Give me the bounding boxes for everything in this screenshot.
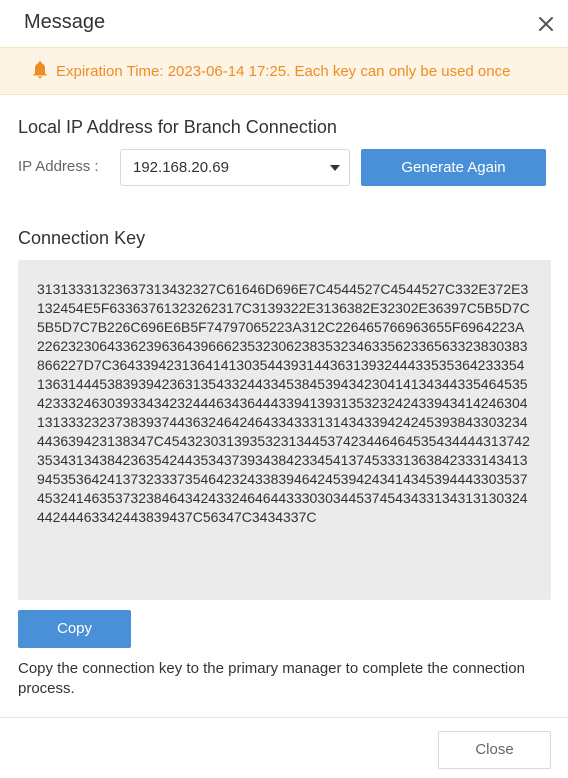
bell-icon bbox=[33, 61, 47, 79]
ip-address-select[interactable]: 192.168.20.69 bbox=[120, 149, 350, 186]
copy-button[interactable]: Copy bbox=[18, 610, 131, 648]
connection-key-text: 31313331323637313432327C61646D696E7C4544… bbox=[37, 281, 530, 525]
close-icon[interactable] bbox=[536, 14, 556, 34]
generate-again-button[interactable]: Generate Again bbox=[361, 149, 546, 186]
ip-address-value: 192.168.20.69 bbox=[133, 159, 229, 176]
ip-address-label: IP Address : bbox=[18, 158, 99, 175]
close-button[interactable]: Close bbox=[438, 731, 551, 769]
connection-key-box: 31313331323637313432327C61646D696E7C4544… bbox=[18, 260, 551, 600]
dialog-title: Message bbox=[24, 11, 106, 33]
expiration-notice: Expiration Time: 2023-06-14 17:25. Each … bbox=[0, 47, 568, 95]
chevron-down-icon bbox=[330, 165, 340, 171]
connection-key-section-title: Connection Key bbox=[18, 228, 146, 248]
local-ip-section-title: Local IP Address for Branch Connection bbox=[18, 117, 337, 137]
expiration-text: Expiration Time: 2023-06-14 17:25. Each … bbox=[56, 63, 511, 80]
footer-divider bbox=[0, 717, 568, 718]
dialog-header: Message bbox=[0, 0, 568, 47]
message-dialog: Message Expiration Time: 2023-06-14 17:2… bbox=[0, 0, 568, 778]
copy-hint-text: Copy the connection key to the primary m… bbox=[18, 660, 525, 697]
